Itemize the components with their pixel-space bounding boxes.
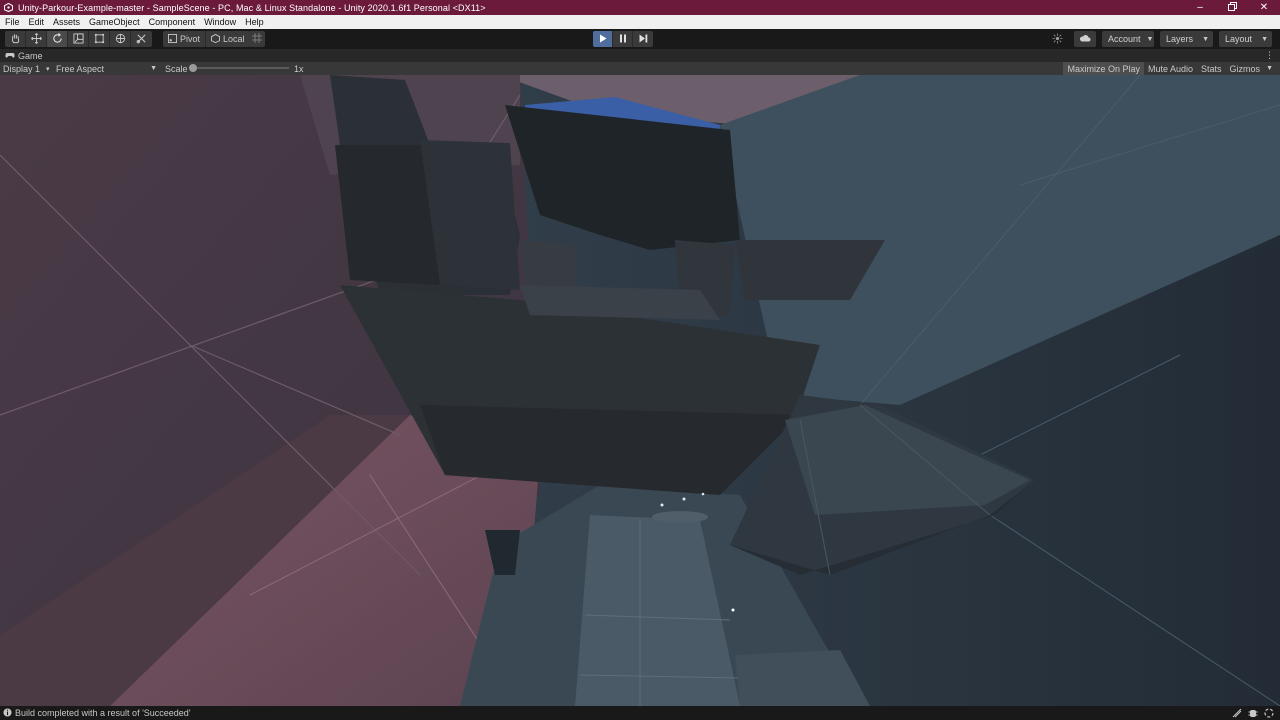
rect-tool-button[interactable] [89,31,110,47]
aspect-dropdown[interactable]: Free Aspect ▼ [53,64,159,74]
stats-toggle[interactable]: Stats [1197,62,1226,75]
gamepad-icon [5,51,15,61]
collab-button[interactable] [1046,31,1068,47]
layers-dropdown[interactable]: Layers ▼ [1160,31,1213,47]
local-icon [211,33,221,45]
move-tool-icon [30,32,42,46]
kebab-menu-icon: ⋮ [1265,50,1274,60]
layout-label: Layout [1225,34,1253,44]
cloud-icon [1079,34,1091,44]
gizmos-label: Gizmos [1229,63,1261,74]
collab-icon [1051,32,1063,46]
close-button[interactable]: ✕ [1248,0,1280,15]
playback-controls [593,31,653,47]
grid-snap-group [249,31,265,47]
mute-audio-toggle[interactable]: Mute Audio [1144,62,1197,75]
scale-slider-handle[interactable] [189,64,197,72]
chevron-down-icon: ▼ [150,65,157,72]
scale-tool-icon [72,32,84,46]
grid-snap-icon [252,33,262,45]
aspect-label: Free Aspect [56,63,105,74]
menu-component[interactable]: Component [149,17,196,27]
status-bar: Build completed with a result of 'Succee… [0,706,1280,720]
chevron-down-icon: ▾ [46,65,50,73]
menu-gameobject[interactable]: GameObject [89,17,140,27]
main-toolbar: Pivot Local Account ▼ Layers ▼ Layout ▼ [0,29,1280,49]
pivot-tools: Pivot Local [163,31,250,47]
chevron-down-icon: ▼ [1202,35,1209,43]
rotate-tool-icon [52,32,63,46]
rect-tool-icon [94,33,105,46]
pivot-toggle[interactable]: Pivot [163,31,207,47]
minimize-button[interactable]: – [1184,0,1216,15]
menu-edit[interactable]: Edit [29,17,45,27]
gizmos-dropdown[interactable]: Gizmos ▼ [1226,62,1277,75]
pause-icon [619,34,627,45]
transform-tool-icon [115,33,126,46]
scale-label: Scale [165,63,188,74]
pivot-icon [168,33,177,45]
game-view-bar: Display 1 ▾ Free Aspect ▼ Scale 1x Maxim… [0,62,1280,75]
menu-assets[interactable]: Assets [53,17,80,27]
debug-mode-icon[interactable] [1247,707,1258,718]
menu-help[interactable]: Help [245,17,264,27]
layout-dropdown[interactable]: Layout ▼ [1219,31,1272,47]
menu-bar: File Edit Assets GameObject Component Wi… [0,15,1280,29]
step-icon [639,34,648,45]
pivot-label: Pivot [180,34,201,44]
maximize-on-play-toggle[interactable]: Maximize On Play [1063,62,1144,75]
grid-snap-button[interactable] [249,31,265,47]
game-tab-label: Game [18,50,43,61]
transform-tool-button[interactable] [110,31,131,47]
close-icon: ✕ [1259,2,1269,13]
info-icon [3,707,12,719]
game-tab-bar: Game ⋮ [0,49,1280,62]
custom-tool-icon [136,33,147,46]
auto-generate-lighting-icon[interactable] [1231,707,1242,718]
scale-slider-track[interactable] [191,67,289,69]
progress-spinner-icon [1263,707,1274,718]
account-dropdown[interactable]: Account ▼ [1102,31,1154,47]
scale-tool-button[interactable] [68,31,89,47]
game-viewport[interactable] [0,75,1280,706]
pause-button[interactable] [613,31,633,47]
tab-game[interactable]: Game [0,49,49,62]
restore-button[interactable] [1216,0,1248,15]
local-label: Local [223,34,245,44]
game-scene-render [0,75,1280,706]
minimize-icon: – [1197,2,1203,13]
tab-menu-button[interactable]: ⋮ [1265,49,1274,62]
layers-label: Layers [1166,34,1194,44]
rotate-tool-button[interactable] [47,31,68,47]
menu-file[interactable]: File [5,17,20,27]
restore-icon [1227,1,1237,14]
local-toggle[interactable]: Local [206,31,250,47]
move-tool-button[interactable] [26,31,47,47]
unity-logo-icon [3,3,13,13]
hand-tool-icon [10,33,21,46]
step-button[interactable] [633,31,653,47]
chevron-down-icon: ▼ [1266,65,1273,72]
chevron-down-icon: ▼ [1146,35,1154,43]
scale-value: 1x [294,63,304,74]
play-button[interactable] [593,31,613,47]
transform-tools [5,31,152,47]
hand-tool-button[interactable] [5,31,26,47]
title-bar: Unity-Parkour-Example-master - SampleSce… [0,0,1280,15]
account-label: Account [1108,34,1141,44]
custom-tool-button[interactable] [131,31,152,47]
window-title: Unity-Parkour-Example-master - SampleSce… [18,2,486,13]
cloud-button[interactable] [1074,31,1096,47]
chevron-down-icon: ▼ [1261,35,1268,43]
status-message[interactable]: Build completed with a result of 'Succee… [15,708,191,718]
toolbar-right: Account ▼ Layers ▼ Layout ▼ [1046,31,1272,47]
display-dropdown[interactable]: Display 1 ▾ [0,64,50,74]
display-label: Display 1 [3,63,41,74]
menu-window[interactable]: Window [204,17,236,27]
play-icon [599,34,607,45]
